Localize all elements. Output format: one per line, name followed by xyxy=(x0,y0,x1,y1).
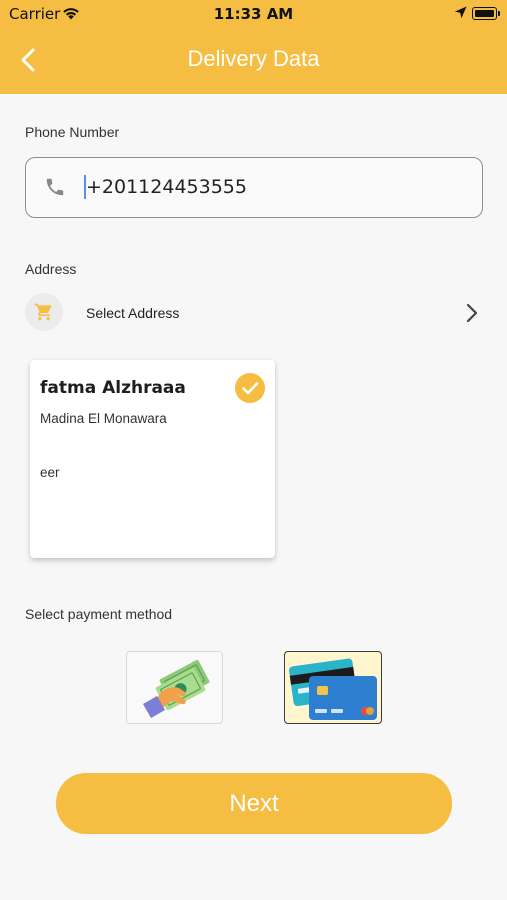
address-card-name: fatma Alzhraaa xyxy=(40,378,186,398)
address-card[interactable]: fatma Alzhraaa Madina El Monawara eer xyxy=(30,360,275,558)
select-address-row[interactable]: Select Address xyxy=(25,293,483,333)
payment-card-option[interactable] xyxy=(284,651,382,724)
next-button[interactable]: Next xyxy=(56,773,452,834)
payment-cash-option[interactable] xyxy=(126,651,223,724)
phone-input[interactable] xyxy=(86,166,466,208)
address-card-note: eer xyxy=(40,465,60,480)
cash-icon xyxy=(143,660,210,718)
battery-icon xyxy=(472,7,500,20)
phone-label: Phone Number xyxy=(25,124,120,140)
status-time: 11:33 AM xyxy=(213,5,294,23)
chevron-right-icon xyxy=(466,303,478,323)
phone-field[interactable] xyxy=(25,157,483,218)
checkmark-icon xyxy=(235,373,265,403)
location-arrow-icon xyxy=(454,6,467,19)
credit-card-icon xyxy=(289,658,377,720)
payment-label: Select payment method xyxy=(25,606,173,622)
cart-icon-circle xyxy=(25,293,63,331)
page-title: Delivery Data xyxy=(187,46,320,71)
cart-icon xyxy=(34,303,52,321)
status-bar: Carrier 11:33 AM xyxy=(0,0,507,28)
address-card-city: Madina El Monawara xyxy=(40,411,167,426)
select-address-text: Select Address xyxy=(86,305,180,321)
phone-icon xyxy=(46,178,64,196)
header-bar: Carrier 11:33 AM Delivery Data xyxy=(0,0,507,94)
address-label: Address xyxy=(25,261,77,277)
